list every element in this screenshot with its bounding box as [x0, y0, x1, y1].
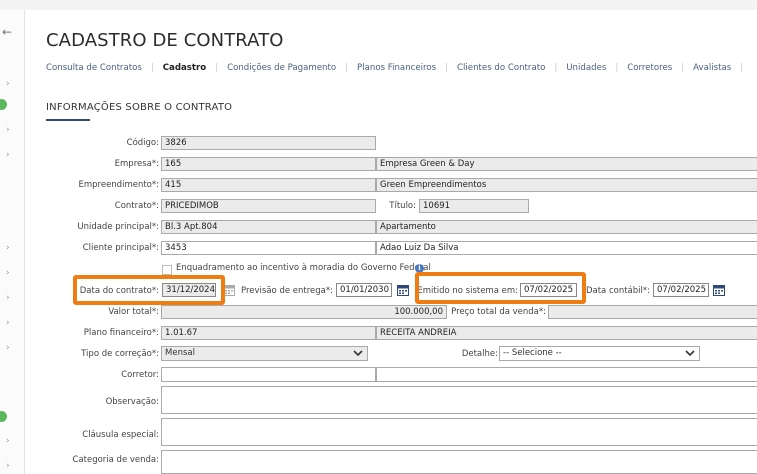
detalhe-label: Detalhe: [461, 349, 498, 359]
observacao-textarea[interactable] [161, 386, 757, 414]
contrato-field: PRICEDIMOB [161, 199, 376, 213]
enquadramento-checkbox[interactable] [162, 265, 172, 275]
chevron-right-icon[interactable]: › [6, 293, 10, 303]
section-title: INFORMAÇÕES SOBRE O CONTRATO [46, 102, 233, 113]
enquadramento-label: Enquadramento ao incentivo à moradia do … [176, 263, 431, 273]
empreendimento-label: Empreendimento*: [78, 180, 159, 190]
tab-separator: | [345, 63, 349, 73]
tab-cadastro[interactable]: Cadastro [163, 63, 206, 73]
tab-unidades[interactable]: Unidades [566, 63, 606, 73]
valor-total-field: 100.000,00 [161, 305, 447, 319]
correcao-select[interactable]: Mensal [161, 346, 368, 361]
chevron-right-icon[interactable]: › [6, 268, 10, 278]
tab-separator: | [554, 63, 558, 73]
tab-separator: | [615, 63, 619, 73]
codigo-field: 3826 [161, 136, 376, 150]
tab-planos-financeiros[interactable]: Planos Financeiros [357, 63, 436, 73]
previsao-label: Previsão de entrega*: [241, 286, 333, 296]
detalhe-value: -- Selecione -- [503, 348, 562, 358]
titulo-field: 10691 [419, 199, 529, 213]
categoria-label: Categoria de venda: [72, 455, 159, 465]
section-underline [46, 119, 90, 121]
chevron-down-icon [353, 350, 363, 357]
data-contabil-label: Data contábil*: [585, 286, 650, 296]
chevron-right-icon[interactable]: › [6, 436, 10, 446]
clausula-textarea[interactable] [161, 418, 757, 446]
valor-total-label: Valor total*: [108, 307, 159, 317]
cliente-name-field[interactable]: Adao Luiz Da Silva [376, 241, 757, 255]
cliente-label: Cliente principal*: [82, 243, 159, 253]
empresa-code-field: 165 [161, 157, 376, 171]
tab-separator: | [215, 63, 219, 73]
correcao-label: Tipo de correção*: [81, 349, 159, 359]
chevron-down-icon [685, 350, 695, 357]
chevron-right-icon[interactable]: › [6, 243, 10, 253]
tab-separator: | [740, 63, 744, 73]
data-contrato-highlight [73, 275, 225, 305]
tab-corretores[interactable]: Corretores [627, 63, 672, 73]
correcao-value: Mensal [165, 348, 195, 358]
contrato-label: Contrato*: [114, 201, 159, 211]
tab-clientes-contrato[interactable]: Clientes do Contrato [457, 63, 545, 73]
tab-separator: | [681, 63, 685, 73]
categoria-field[interactable] [161, 450, 757, 474]
emitido-highlight [415, 272, 586, 304]
empresa-name-field: Empresa Green & Day [376, 157, 757, 171]
tab-consulta-contratos[interactable]: Consulta de Contratos [46, 63, 142, 73]
unidade-label: Unidade principal*: [77, 222, 159, 232]
empreendimento-name-field: Green Empreendimentos [376, 178, 757, 192]
chevron-right-icon[interactable]: › [6, 343, 10, 353]
tab-avalistas[interactable]: Avalistas [693, 63, 731, 73]
tab-separator: | [150, 63, 154, 73]
chevron-right-icon[interactable]: › [6, 125, 10, 135]
back-arrow-icon[interactable]: ← [2, 25, 12, 39]
corretor-label: Corretor: [121, 370, 159, 380]
chevron-right-icon[interactable]: › [6, 318, 10, 328]
observacao-label: Observação: [105, 397, 159, 407]
codigo-label: Código: [126, 138, 159, 148]
page-title: CADASTRO DE CONTRATO [46, 30, 284, 51]
chevron-right-icon[interactable]: › [6, 150, 10, 160]
left-sidebar: ← › › › › › › › › › › [0, 10, 25, 474]
tab-separator: | [445, 63, 449, 73]
unidade-field: Bl.3 Apt.804 [161, 220, 376, 234]
empreendimento-code-field: 415 [161, 178, 376, 192]
status-dot-icon [0, 99, 7, 110]
cliente-code-input[interactable]: 3453 [161, 241, 376, 255]
plano-label: Plano financeiro*: [83, 328, 159, 338]
detalhe-select[interactable]: -- Selecione -- [499, 346, 700, 361]
chevron-right-icon[interactable]: › [6, 79, 10, 89]
unidade-tipo-field: Apartamento [376, 220, 757, 234]
chevron-right-icon[interactable]: › [6, 461, 10, 471]
calendar-icon[interactable] [713, 284, 725, 296]
empresa-label: Empresa*: [114, 159, 159, 169]
data-contabil-input[interactable]: 07/02/2025 [653, 283, 709, 297]
corretor-name-input[interactable] [376, 367, 757, 382]
corretor-code-input[interactable] [161, 367, 376, 382]
preco-venda-field [548, 305, 757, 319]
plano-name-field: RECEITA ANDREIA [376, 326, 757, 340]
preco-venda-label: Preço total da venda*: [451, 307, 546, 317]
status-dot-icon [0, 411, 7, 422]
plano-code-field: 1.01.67 [161, 326, 376, 340]
clausula-label: Cláusula especial: [82, 430, 159, 440]
titulo-label: Título: [389, 201, 416, 211]
top-bar [0, 0, 757, 10]
tab-condicoes-pagamento[interactable]: Condições de Pagamento [227, 63, 336, 73]
calendar-icon[interactable] [397, 284, 409, 296]
previsao-input[interactable]: 01/01/2030 [336, 283, 392, 297]
tab-bar: Consulta de Contratos | Cadastro | Condições… [46, 63, 752, 73]
